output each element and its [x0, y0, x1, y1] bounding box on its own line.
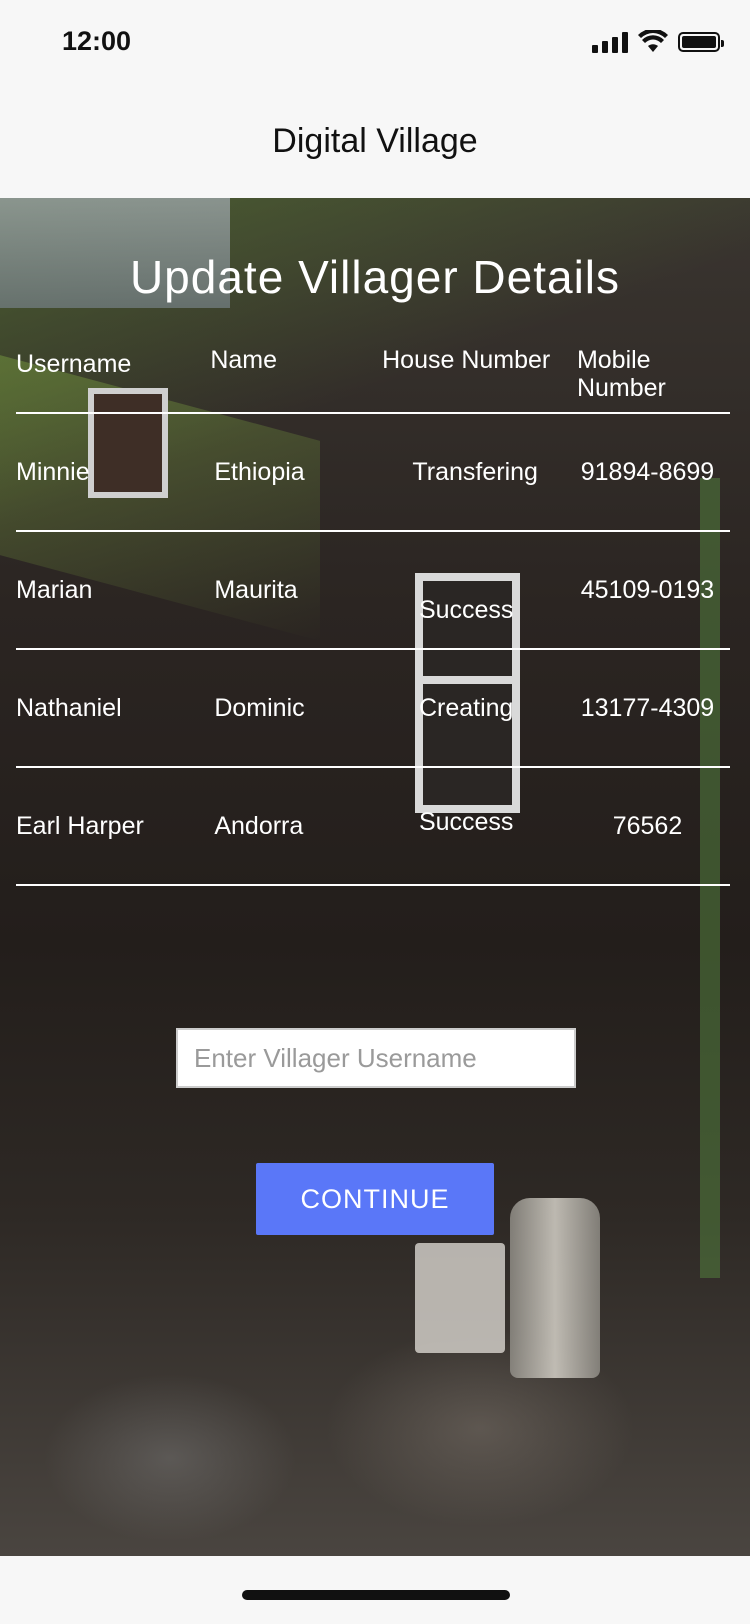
table-header-row: Username Name House Number Mobile Number [16, 338, 730, 414]
cell-mobile-number: 91894-8699 [564, 413, 730, 532]
cell-mobile-number: 13177-4309 [564, 649, 730, 768]
table-row[interactable]: Marian Maurita Success 45109-0193 [16, 531, 730, 650]
status-time: 12:00 [62, 26, 132, 56]
cell-house-number: Creating [367, 649, 565, 768]
cell-house-number: Transfering [367, 413, 565, 532]
table-row[interactable]: Nathaniel Dominic Creating 13177-4309 [16, 649, 730, 768]
app-title: Digital Village [272, 122, 478, 160]
cell-name: Ethiopia [210, 413, 368, 532]
column-header-username: Username [16, 338, 211, 414]
cell-name: Maurita [210, 531, 368, 650]
cell-name: Andorra [210, 767, 368, 886]
home-indicator[interactable] [242, 1590, 510, 1600]
cell-username: Minnie [16, 413, 211, 532]
main-content: Update Villager Details Username Name Ho… [0, 198, 750, 1556]
home-area [0, 1556, 750, 1624]
battery-icon [678, 32, 724, 52]
app-header: Digital Village [0, 88, 750, 198]
wifi-icon [638, 30, 668, 52]
cell-house-number: Success [367, 531, 565, 650]
column-header-house-number: House Number [367, 338, 565, 414]
continue-button[interactable]: CONTINUE [256, 1163, 494, 1235]
column-header-mobile-number: Mobile Number [564, 338, 730, 414]
background-bucket [415, 1243, 505, 1353]
column-header-name: Name [210, 338, 368, 414]
cell-name: Dominic [210, 649, 368, 768]
cell-username: Earl Harper [16, 767, 211, 886]
cell-username: Marian [16, 531, 211, 650]
villager-table: Username Name House Number Mobile Number… [16, 338, 730, 886]
cell-house-number: Success [367, 767, 565, 886]
table-row[interactable]: Earl Harper Andorra Success 76562 [16, 767, 730, 886]
background-milk-can [510, 1198, 600, 1378]
cell-mobile-number: 76562 [564, 767, 730, 886]
signal-icon [592, 31, 628, 53]
cell-username: Nathaniel [16, 649, 211, 768]
villager-username-input[interactable] [176, 1028, 576, 1088]
table-row[interactable]: Minnie Ethiopia Transfering 91894-8699 [16, 413, 730, 532]
status-icons [592, 30, 724, 54]
status-bar: 12:00 [0, 0, 750, 88]
page-title: Update Villager Details [129, 251, 621, 303]
cell-mobile-number: 45109-0193 [564, 531, 730, 650]
